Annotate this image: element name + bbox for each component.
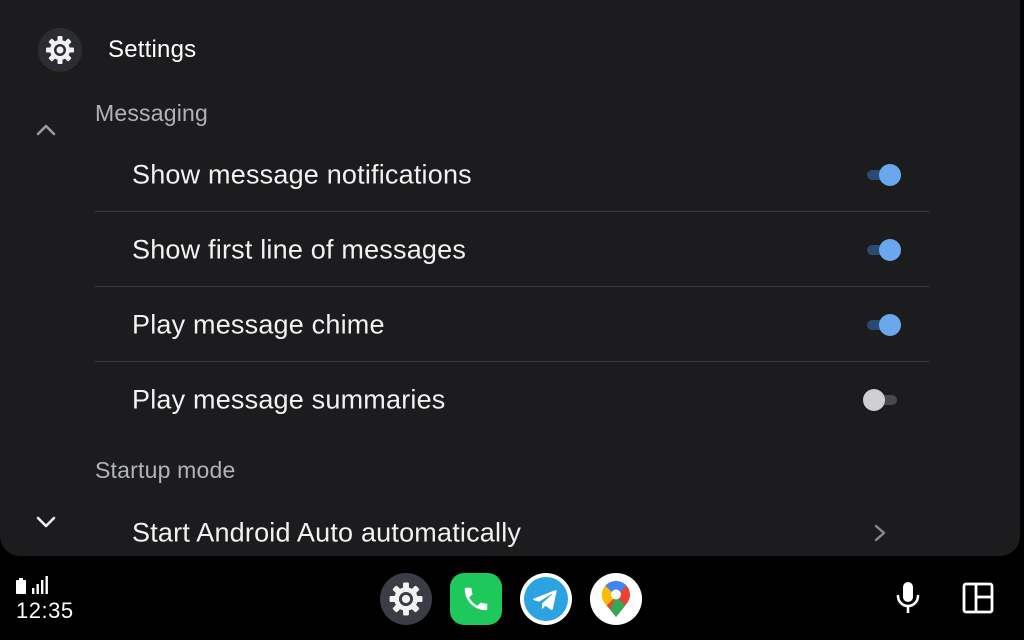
setting-label: Show first line of messages <box>132 234 467 265</box>
status-area: 12:35 <box>16 574 74 624</box>
toggle-switch[interactable] <box>865 314 901 336</box>
telegram-app-icon[interactable] <box>520 573 572 625</box>
battery-icon <box>16 578 26 594</box>
setting-row-show-notifications[interactable]: Show message notifications <box>95 138 929 212</box>
settings-app-icon[interactable] <box>380 573 432 625</box>
toggle-thumb <box>879 239 901 261</box>
chevron-right-icon <box>874 524 886 542</box>
chevron-down-icon[interactable] <box>28 504 64 540</box>
android-auto-screen: Settings Messaging Show message notifica… <box>0 0 1024 640</box>
phone-app-icon[interactable] <box>450 573 502 625</box>
toggle-thumb <box>879 164 901 186</box>
maps-app-icon[interactable] <box>590 573 642 625</box>
setting-row-start-automatically[interactable]: Start Android Auto automatically <box>95 496 929 556</box>
setting-row-show-first-line[interactable]: Show first line of messages <box>95 213 929 287</box>
bottom-dock: 12:35 <box>0 556 1024 640</box>
section-header-messaging: Messaging <box>95 100 209 126</box>
chevron-up-icon[interactable] <box>28 112 64 148</box>
status-icons <box>16 574 74 594</box>
microphone-icon[interactable] <box>888 578 928 618</box>
page-title: Settings <box>108 36 197 63</box>
toggle-thumb <box>879 314 901 336</box>
setting-row-play-chime[interactable]: Play message chime <box>95 288 929 362</box>
setting-label: Play message chime <box>132 309 385 340</box>
dashboard-layout-icon[interactable] <box>958 578 998 618</box>
setting-row-play-summaries[interactable]: Play message summaries <box>95 363 929 437</box>
setting-label: Play message summaries <box>132 384 446 415</box>
app-header: Settings <box>0 0 1020 100</box>
toggle-thumb <box>863 389 885 411</box>
toggle-switch[interactable] <box>863 389 901 411</box>
toggle-switch[interactable] <box>865 239 901 261</box>
setting-label: Start Android Auto automatically <box>132 517 522 548</box>
gear-icon[interactable] <box>38 28 82 72</box>
section-header-startup: Startup mode <box>95 457 236 483</box>
settings-panel: Settings Messaging Show message notifica… <box>0 0 1020 556</box>
toggle-switch[interactable] <box>865 164 901 186</box>
setting-label: Show message notifications <box>132 159 472 190</box>
clock: 12:35 <box>16 598 74 623</box>
signal-icon <box>32 576 48 594</box>
